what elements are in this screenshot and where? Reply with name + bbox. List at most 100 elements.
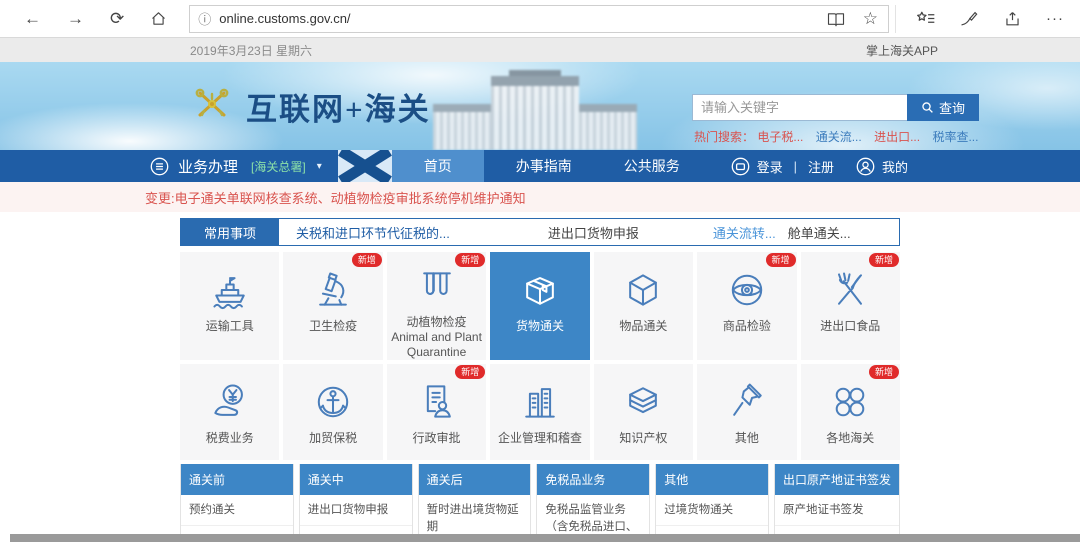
more-menu-icon[interactable]: ··· [1046,10,1064,27]
hamburger-menu-icon [150,157,169,176]
column-header: 出口原产地证书签发 [775,464,899,495]
favorites-hub-icon[interactable] [916,10,936,27]
page-date: 2019年3月23日 星期六 [190,42,312,59]
tile-label: 其他 [732,431,762,446]
building-icon [518,378,562,426]
hot-search-label: 热门搜索： [694,130,754,144]
clover-icon [828,378,872,426]
cutlery-icon [828,266,872,314]
message-bubble-icon [731,157,750,176]
refresh-icon[interactable]: ⟳ [110,10,124,27]
tile-label: 税费业务 [203,431,257,446]
forward-icon[interactable]: → [67,10,84,27]
grid-tile-intellectual-property[interactable]: 知识产权 [594,364,693,460]
url-text[interactable]: online.customs.gov.cn/ [219,11,826,26]
eye-icon [725,266,769,314]
category-tabbar: 常用事项 关税和进口环节代征税的... 进出口货物申报 通关流转... 舱单通关… [180,218,900,246]
favorite-star-icon[interactable]: ☆ [863,10,878,27]
anchor-icon [311,378,355,426]
grid-tile-other[interactable]: 其他 [697,364,796,460]
grid-tile-administrative-approval[interactable]: 新增 行政审批 [387,364,486,460]
new-badge: 新增 [869,253,899,267]
grid-tile-cargo-clearance[interactable]: 货物通关 [490,252,589,360]
grid-tile-import-export-food[interactable]: 新增 进出口食品 [801,252,900,360]
new-badge: 新增 [352,253,382,267]
nav-item-home[interactable]: 首页 [392,150,484,182]
tile-label: 进出口食品 [817,319,883,334]
reading-view-icon[interactable] [827,11,845,27]
column-header: 通关中 [300,464,412,495]
column-origin-certificate: 出口原产地证书签发 原产地证书签发 [774,464,900,534]
grid-tile-health-quarantine[interactable]: 新增 卫生检疫 [283,252,382,360]
ship-icon [208,266,252,314]
list-item[interactable]: 预约通关 [181,495,293,526]
package-icon [518,266,562,314]
browser-toolbar: ← → ⟳ ⓘ online.customs.gov.cn/ ☆ [0,0,1080,38]
address-bar[interactable]: ⓘ online.customs.gov.cn/ ☆ [189,5,889,33]
books-icon [621,378,665,426]
document-person-icon [415,378,459,426]
tab-manifest[interactable]: 舱单通关... [788,223,851,242]
business-menu-button[interactable]: 业务办理 [海关总署] ▾ [150,156,322,177]
list-item[interactable]: 进出口货物申报 [300,495,412,526]
grid-tile-transport[interactable]: 运输工具 [180,252,279,360]
list-item[interactable]: 免税品监管业务（含免税品进口、入出库、调拨、销售、报损和核销） [537,495,649,534]
mobile-app-link[interactable]: 掌上海关APP [866,42,938,59]
site-title: 互联网+海关 [246,84,431,129]
login-link[interactable]: 登录 [757,157,783,176]
pushpin-icon [725,378,769,426]
column-header: 通关前 [181,464,293,495]
list-item[interactable]: 原产地证书签发 [775,495,899,526]
column-during-clearance: 通关中 进出口货物申报 [299,464,413,534]
register-link[interactable]: 注册 [808,157,834,176]
share-icon[interactable] [1003,10,1022,27]
grid-tile-processing-bonded[interactable]: 加贸保税 [283,364,382,460]
tile-label: 运输工具 [203,319,257,334]
search-button[interactable]: 查询 [907,94,979,121]
hot-link-4[interactable]: 税率查... [932,130,978,144]
tab-declaration[interactable]: 进出口货物申报 [548,223,639,242]
nav-item-public-service[interactable]: 公共服务 [598,150,706,182]
site-info-icon[interactable]: ⓘ [198,9,211,28]
site-search: 查询 [692,94,979,121]
my-account[interactable]: 我的 [856,157,908,176]
chevron-down-icon[interactable]: ▾ [317,161,322,172]
new-badge: 新增 [869,365,899,379]
hot-link-1[interactable]: 电子税... [757,130,803,144]
grid-tile-commodity-inspection[interactable]: 新增 商品检验 [697,252,796,360]
main-nav: 业务办理 [海关总署] ▾ 首页 办事指南 公共服务 登录 | 注册 我的 [0,150,1080,182]
site-status-strip: 2019年3月23日 星期六 掌上海关APP [0,38,1080,62]
back-icon[interactable]: ← [24,10,41,27]
hot-link-2[interactable]: 通关流... [816,130,862,144]
web-note-pen-icon[interactable] [960,10,979,27]
list-item[interactable]: 过境货物通关 [656,495,768,526]
grid-tile-local-customs[interactable]: 新增 各地海关 [801,364,900,460]
column-other: 其他 过境货物通关 [655,464,769,534]
search-input[interactable] [692,94,907,121]
column-header: 通关后 [419,464,531,495]
hot-link-3[interactable]: 进出口... [874,130,920,144]
notice-link[interactable]: 变更:电子通关单联网核查系统、动植物检疫审批系统停机维护通知 [145,188,935,207]
org-selector[interactable]: [海关总署] [251,158,306,175]
grid-tile-animal-plant-quarantine[interactable]: 新增 动植物检疫 Animal and Plant Quarantine [387,252,486,360]
nav-item-guide[interactable]: 办事指南 [490,150,598,182]
home-icon[interactable] [150,10,167,27]
grid-tile-enterprise-management[interactable]: 企业管理和稽查 [490,364,589,460]
cube-icon [621,266,665,314]
tile-label: 卫生检疫 [306,319,360,334]
test-tubes-icon [415,266,459,310]
tab-clearance-flow[interactable]: 通关流转... [713,223,776,242]
list-item[interactable]: 新QP(进出境货物申报) [181,526,293,534]
service-columns: 通关前 预约通关 新QP(进出境货物申报) 通关中 进出口货物申报 通关后 暂时… [180,464,900,534]
column-post-clearance: 通关后 暂时进出境货物延期 [418,464,532,534]
grid-tile-articles-clearance[interactable]: 物品通关 [594,252,693,360]
tile-label: 各地海关 [823,431,877,446]
scrollbar-thumb[interactable] [10,534,1080,542]
grid-tile-tax-services[interactable]: 税费业务 [180,364,279,460]
list-item[interactable]: 暂时进出境货物延期 [419,495,531,534]
tab-tariff[interactable]: 关税和进口环节代征税的... [296,223,450,242]
login-register-group: 登录 | 注册 [731,157,834,176]
tab-common-items[interactable]: 常用事项 [181,218,279,246]
site-logo[interactable]: 互联网+海关 [192,84,431,129]
site-header: 互联网+海关 查询 热门搜索： 电子税... 通关流... 进出口... 税率查… [0,62,1080,150]
